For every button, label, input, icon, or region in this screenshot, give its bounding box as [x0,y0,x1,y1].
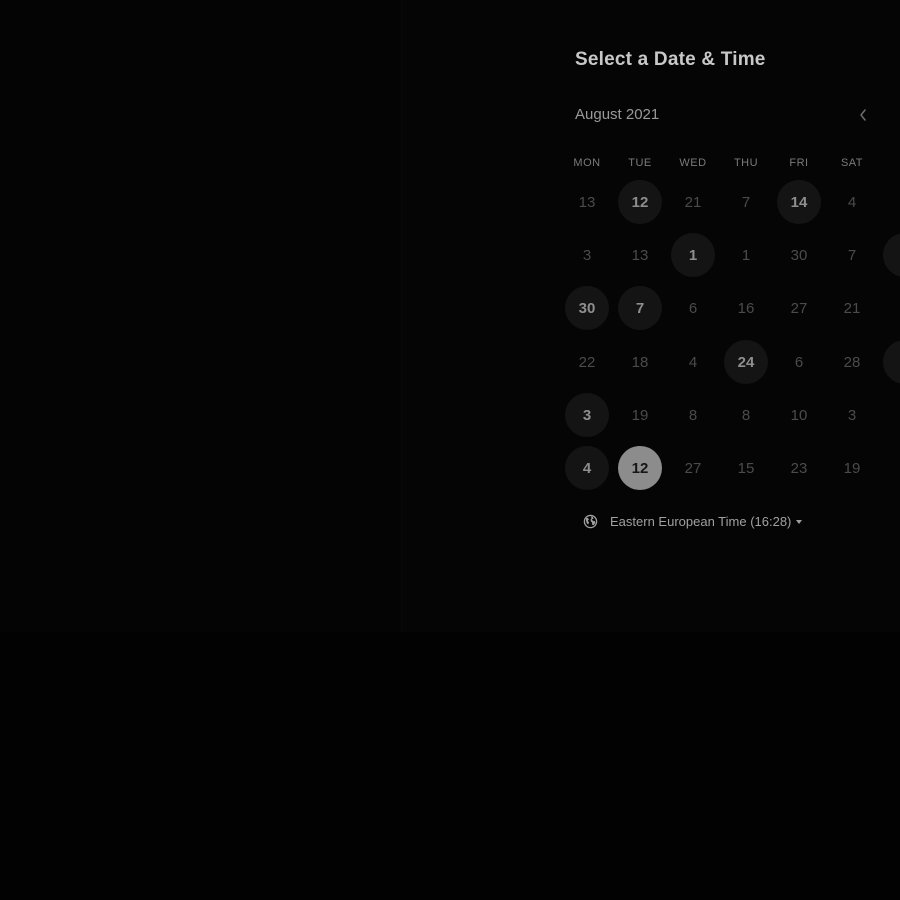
calendar-day: 4 [688,353,698,371]
page-title: Select a Date & Time [575,49,766,70]
selected-day-button[interactable]: 12 [618,446,662,490]
available-day-button[interactable]: 1 [671,233,715,277]
calendar-day: 6 [794,353,804,371]
calendar-day: 15 [737,459,755,477]
calendar-day: 3 [582,246,592,264]
calendar-day: 27 [790,299,808,317]
chevron-left-icon [860,109,866,121]
calendar-day: 16 [737,299,755,317]
calendar-day: 10 [790,406,808,424]
weekday-label: MON [573,157,601,169]
calendar-day: 28 [843,353,861,371]
available-day-button[interactable]: 7 [618,286,662,330]
previous-month-button[interactable] [848,100,878,130]
available-day-button[interactable]: 3 [565,393,609,437]
calendar-day: 8 [741,406,751,424]
calendar-day: 21 [684,193,702,211]
calendar-day: 8 [688,406,698,424]
calendar-day: 13 [631,246,649,264]
weekday-label: SAT [840,157,864,169]
available-day-button[interactable]: 14 [777,180,821,224]
timezone-selector[interactable]: Eastern European Time (16:28) [583,514,803,529]
calendar-day: 21 [843,299,861,317]
month-label: August 2021 [575,106,660,123]
weekday-label: TUE [628,157,652,169]
available-day-button[interactable]: 24 [724,340,768,384]
calendar-day: 3 [847,406,857,424]
calendar-day: 7 [741,193,751,211]
available-day-button[interactable]: 12 [618,180,662,224]
scheduling-page: Select a Date & Time August 2021 MON TUE W… [0,0,900,900]
calendar-day: 4 [847,193,857,211]
calendar-day: 7 [847,246,857,264]
calendar-day: 13 [578,193,596,211]
calendar-day: 19 [631,406,649,424]
weekday-label: S [885,157,900,169]
calendar-day: 23 [790,459,808,477]
event-details-panel [0,0,402,632]
available-day-button[interactable]: 4 [565,446,609,490]
available-day-button[interactable]: 30 [565,286,609,330]
timezone-label: Eastern European Time (16:28) [610,514,792,529]
caret-down-icon [796,519,803,524]
calendar-day: 18 [631,353,649,371]
weekday-label: THU [733,157,759,169]
globe-icon [583,514,598,529]
calendar-day: 27 [684,459,702,477]
weekday-label: WED [679,157,707,169]
calendar-day: 30 [790,246,808,264]
weekday-label: FRI [789,157,809,169]
calendar-day: 6 [688,299,698,317]
calendar-day: 1 [741,246,751,264]
calendar-day: 22 [578,353,596,371]
page-background [0,632,900,900]
calendar-day: 19 [843,459,861,477]
